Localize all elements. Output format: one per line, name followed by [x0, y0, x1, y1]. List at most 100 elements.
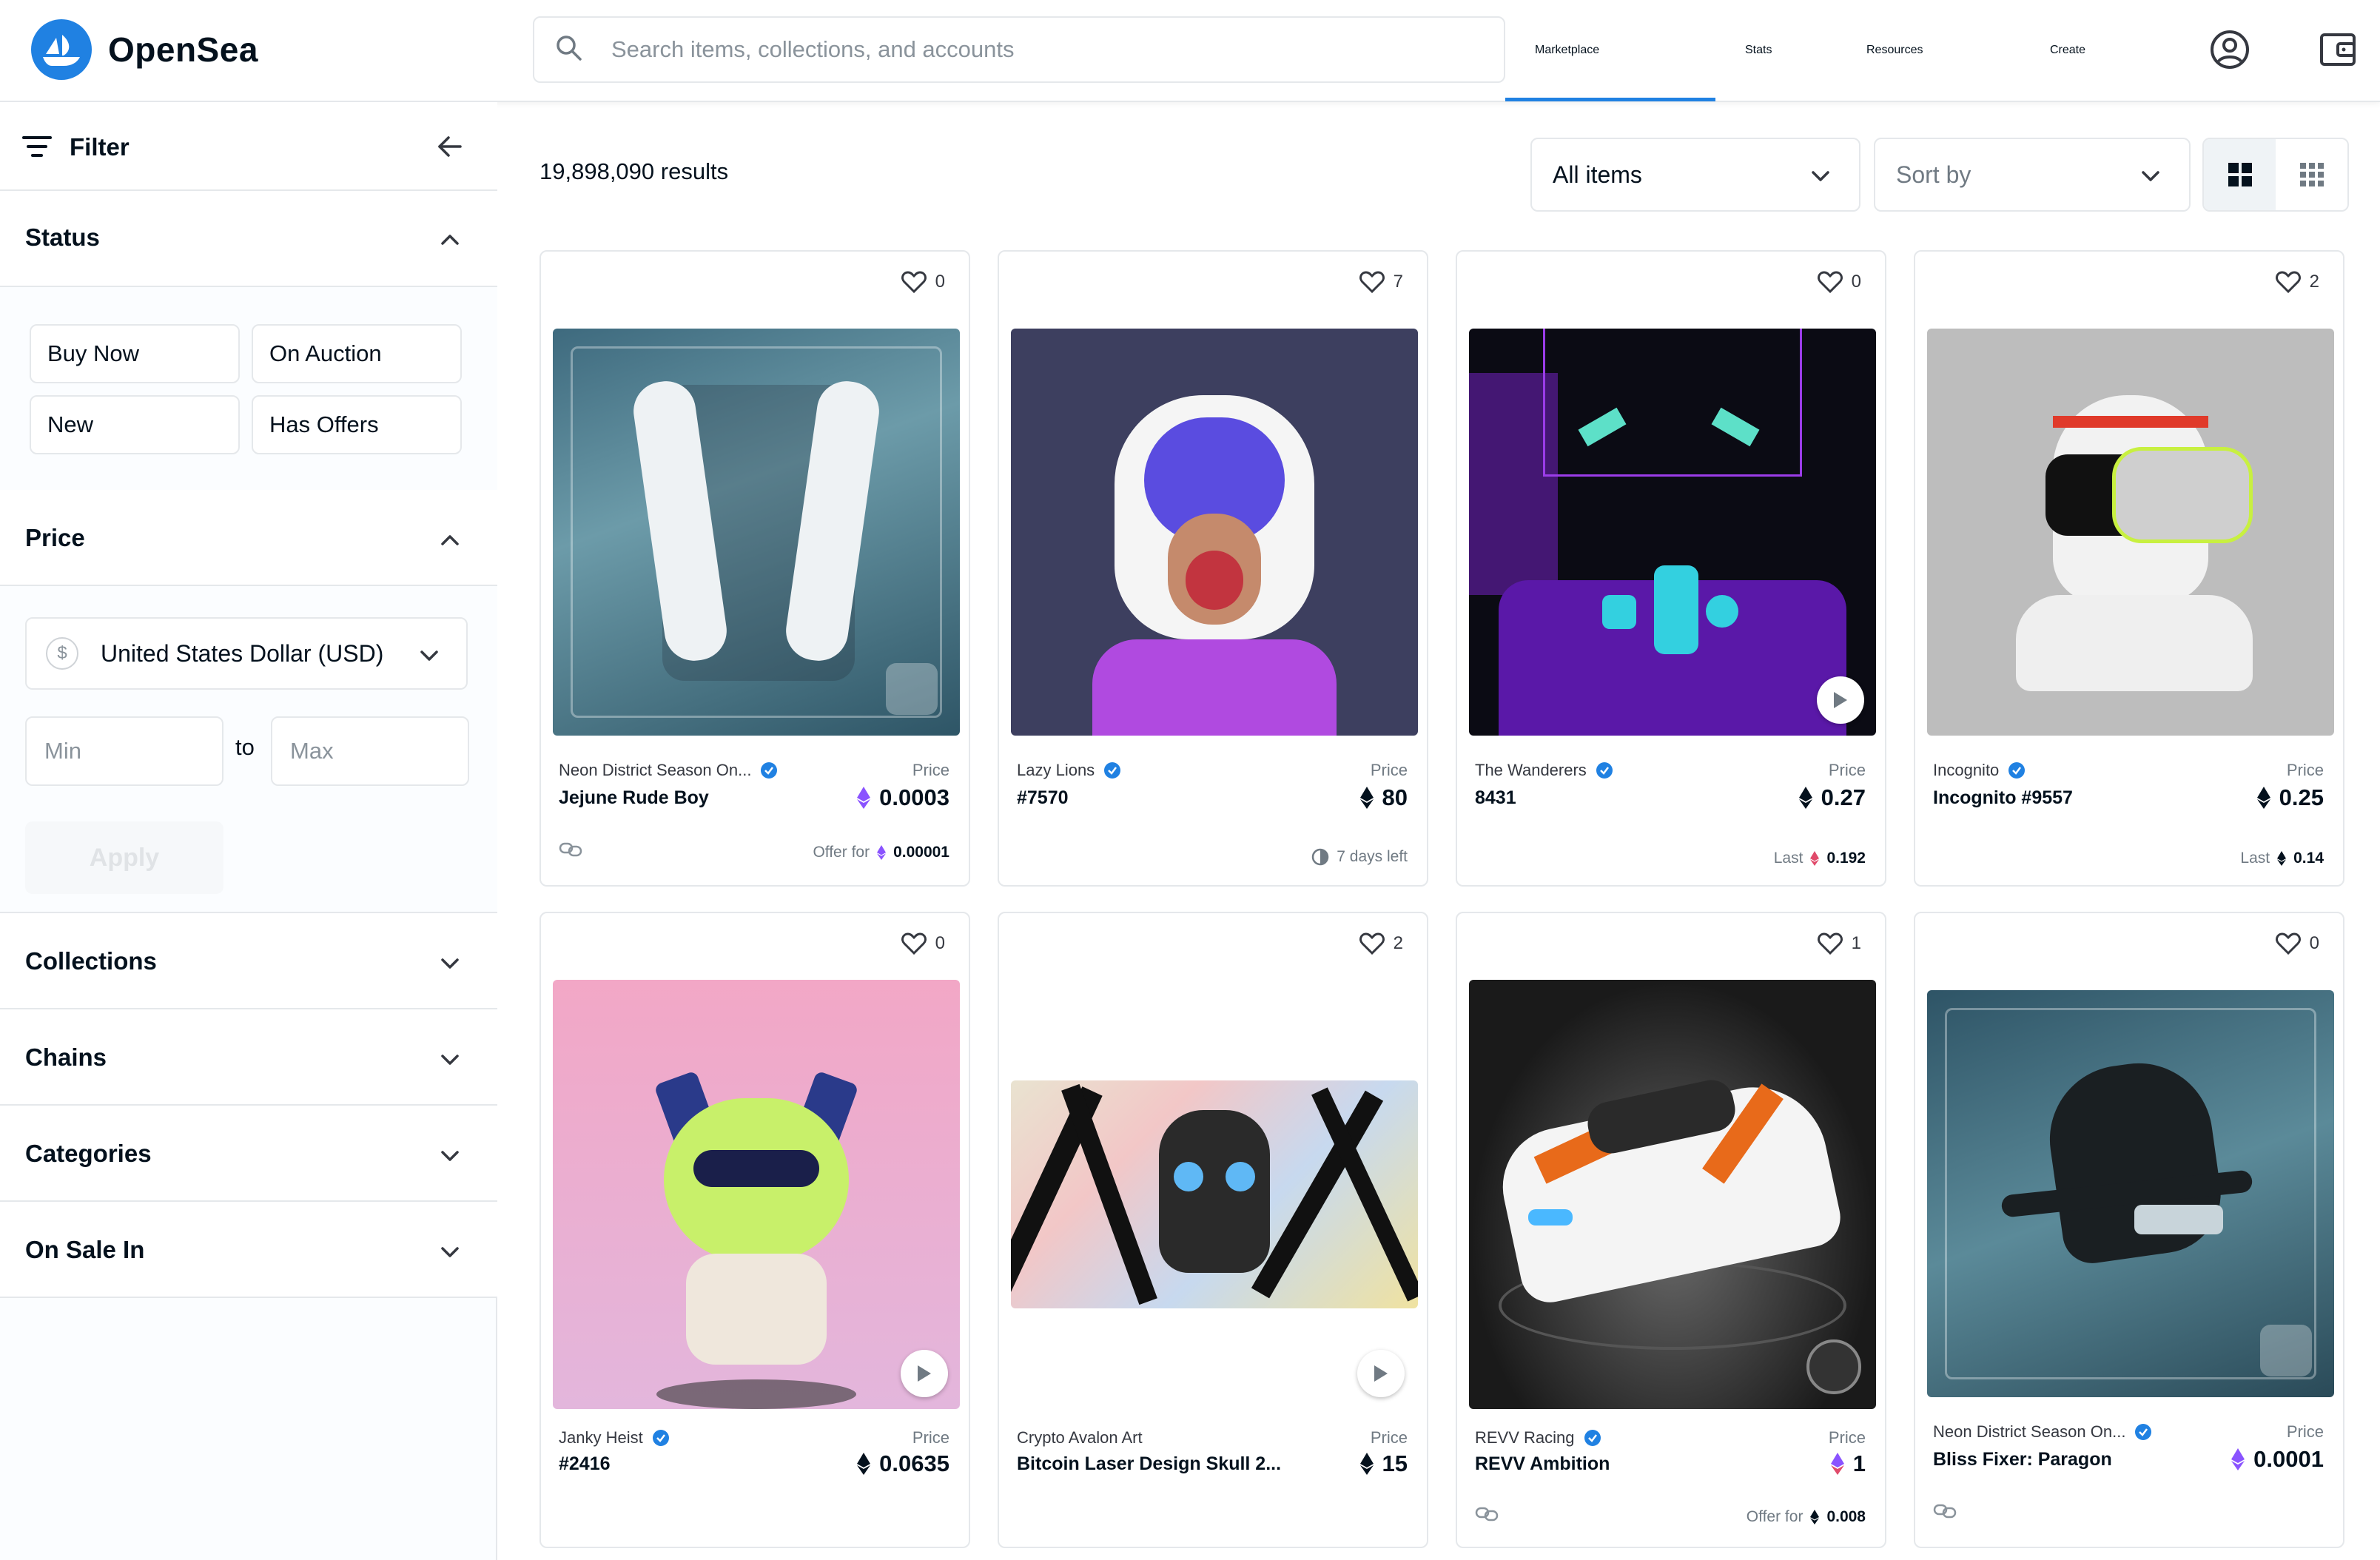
last-sale: Last 0.192 [1774, 850, 1866, 867]
nft-card[interactable]: 0 Janky Heist #2416 Price 0.0635 [539, 912, 970, 1548]
favorite-button[interactable]: 2 [1359, 932, 1403, 955]
chevron-up-icon [441, 535, 459, 545]
price-section-header[interactable]: Price [0, 490, 497, 586]
nft-card[interactable]: 2 Crypto Avalon Art Bitcoin Laser Design… [998, 912, 1428, 1548]
nft-image[interactable] [553, 329, 960, 736]
verified-badge-icon [2135, 1424, 2152, 1440]
favorite-button[interactable]: 0 [1817, 271, 1861, 293]
nft-image[interactable] [1927, 990, 2334, 1397]
verified-badge-icon [1104, 762, 1121, 779]
item-name: Incognito #9557 [1933, 787, 2073, 808]
weth-icon [2231, 1448, 2245, 1470]
search-icon [555, 34, 583, 66]
favorite-button[interactable]: 1 [1817, 932, 1861, 955]
account-icon[interactable] [2207, 27, 2253, 73]
nav-marketplace-label: Marketplace [1535, 44, 1600, 56]
nav-stats[interactable]: Stats [1745, 0, 1772, 101]
collection-name[interactable]: REVV Racing [1475, 1428, 1601, 1448]
collections-section-header[interactable]: Collections [0, 913, 497, 1009]
nft-image[interactable] [1011, 1080, 1418, 1308]
collection-name[interactable]: The Wanderers [1475, 761, 1613, 780]
items-filter-value: All items [1553, 161, 1642, 188]
time-left: 7 days left [1311, 848, 1408, 866]
opensea-logo[interactable]: OpenSea [31, 19, 258, 80]
collection-name[interactable]: Janky Heist [559, 1428, 670, 1448]
chevron-down-icon [441, 1247, 459, 1257]
collection-name[interactable]: Neon District Season On... [559, 761, 778, 780]
favorite-button[interactable]: 0 [901, 932, 945, 955]
eth-icon [1810, 1510, 1820, 1524]
nft-card[interactable]: 0 Neon District Season On... Bliss Fixer… [1914, 912, 2344, 1548]
clock-icon [1312, 848, 1329, 866]
collection-name[interactable]: Incognito [1933, 761, 2026, 780]
price-value: 0.0003 [879, 784, 949, 810]
play-button[interactable] [1357, 1350, 1405, 1397]
heart-icon [1817, 271, 1843, 293]
nav-create[interactable]: Create [2050, 0, 2085, 101]
results-count: 19,898,090 results [539, 158, 729, 184]
eth-icon [2277, 851, 2287, 866]
nav-marketplace[interactable]: Marketplace [1535, 0, 1599, 101]
favorite-count: 0 [935, 272, 945, 292]
footer-prefix: Offer for [813, 844, 870, 861]
favorite-button[interactable]: 2 [2275, 271, 2319, 293]
small-grid-view-button[interactable] [2276, 139, 2347, 210]
sort-dropdown[interactable]: Sort by [1874, 138, 2191, 212]
opensea-logo-icon [31, 19, 92, 80]
price-title: Price [25, 524, 85, 551]
on-sale-in-title: On Sale In [25, 1236, 145, 1263]
link-icon [559, 842, 582, 857]
nft-card[interactable]: 7 Lazy Lions #7570 Price 80 7 days left [998, 250, 1428, 887]
collection-name[interactable]: Crypto Avalon Art [1017, 1428, 1143, 1448]
nft-card[interactable]: 0 Neon District Season On... Jejune Rude… [539, 250, 970, 887]
status-has-offers-button[interactable]: Has Offers [252, 395, 462, 454]
collapse-sidebar-icon[interactable] [437, 133, 463, 164]
favorite-count: 1 [1851, 933, 1861, 953]
nft-image[interactable] [1469, 329, 1876, 736]
price-label: Price [1370, 1428, 1408, 1447]
search-input[interactable] [611, 36, 1485, 63]
on-sale-in-section-header[interactable]: On Sale In [0, 1202, 497, 1298]
status-section-header[interactable]: Status [0, 191, 497, 287]
price-label: Price [1370, 761, 1408, 779]
large-grid-view-button[interactable] [2204, 139, 2276, 210]
play-button[interactable] [1817, 676, 1864, 724]
item-name: Bitcoin Laser Design Skull 2... [1017, 1453, 1282, 1474]
chevron-down-icon [2142, 171, 2159, 181]
nft-card[interactable]: 0 The Wanderers 8431 Price 0.27 Last 0.1… [1456, 250, 1886, 887]
items-filter-dropdown[interactable]: All items [1530, 138, 1860, 212]
nft-image[interactable] [553, 980, 960, 1409]
favorite-button[interactable]: 0 [2275, 932, 2319, 955]
footer-value: 0.14 [2293, 850, 2324, 867]
price-label: Price [2286, 761, 2324, 779]
play-button[interactable] [901, 1350, 948, 1397]
search-bar[interactable] [533, 16, 1505, 83]
nft-image[interactable] [1927, 329, 2334, 736]
nft-card[interactable]: 2 Incognito Incognito #9557 Price 0.25 L… [1914, 250, 2344, 887]
nft-image[interactable] [1011, 329, 1418, 736]
eth-icon [1359, 787, 1374, 809]
wallet-icon[interactable] [2315, 27, 2361, 73]
chains-section-header[interactable]: Chains [0, 1009, 497, 1106]
collection-name[interactable]: Lazy Lions [1017, 761, 1121, 780]
status-new-button[interactable]: New [30, 395, 240, 454]
nft-image[interactable] [1469, 980, 1876, 1409]
price-options: $ United States Dollar (USD) to Apply [0, 586, 497, 913]
apply-price-button[interactable]: Apply [25, 821, 223, 894]
collection-name[interactable]: Neon District Season On... [1933, 1422, 2152, 1442]
price-label: Price [912, 1428, 949, 1447]
verified-badge-icon [1596, 762, 1613, 779]
price-min-input[interactable] [25, 716, 223, 786]
status-on-auction-button[interactable]: On Auction [252, 324, 462, 383]
favorite-button[interactable]: 7 [1359, 271, 1403, 293]
favorite-button[interactable]: 0 [901, 271, 945, 293]
verified-badge-icon [652, 1430, 669, 1446]
categories-section-header[interactable]: Categories [0, 1106, 497, 1202]
currency-select[interactable]: $ United States Dollar (USD) [25, 617, 468, 690]
status-buy-now-button[interactable]: Buy Now [30, 324, 240, 383]
favorite-count: 0 [2309, 933, 2319, 953]
price-max-input[interactable] [271, 716, 469, 786]
nav-resources[interactable]: Resources [1866, 0, 1923, 101]
weth-icon [1830, 1453, 1844, 1475]
nft-card[interactable]: 1 REVV Racing REVV Ambition Price 1 Offe… [1456, 912, 1886, 1548]
